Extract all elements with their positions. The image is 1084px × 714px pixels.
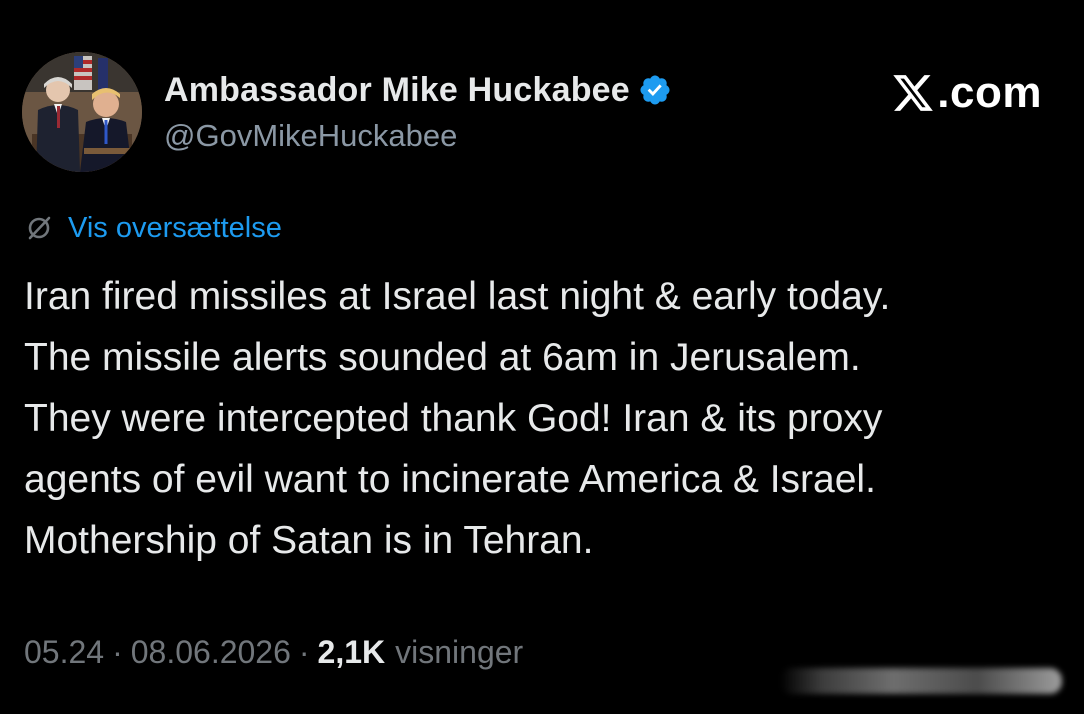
views-label: visninger — [395, 634, 524, 670]
user-handle[interactable]: @GovMikeHuckabee — [164, 118, 672, 154]
avatar[interactable] — [22, 52, 142, 172]
blurred-watermark — [780, 668, 1062, 694]
brand-text: .com — [937, 68, 1042, 117]
views-count[interactable]: 2,1K — [318, 634, 386, 671]
avatar-photo — [22, 52, 142, 172]
translate-link[interactable]: Vis oversættelse — [68, 212, 282, 245]
author-block: Ambassador Mike Huckabee @GovMikeHuckabe… — [164, 70, 672, 154]
display-name-row: Ambassador Mike Huckabee — [164, 70, 672, 110]
tweet-time[interactable]: 05.24 — [24, 634, 104, 671]
meta-separator: · — [298, 634, 310, 670]
verified-badge-icon[interactable] — [638, 73, 672, 107]
tweet-text-line: Iran fired missiles at Israel last night… — [24, 275, 891, 318]
tweet-date[interactable]: 08.06.2026 — [131, 634, 291, 671]
tweet-card: Ambassador Mike Huckabee @GovMikeHuckabe… — [0, 0, 1084, 714]
tweet-text-line: Mothership of Satan is in Tehran. — [24, 519, 594, 562]
tweet-meta: 05.24 · 08.06.2026 · 2,1K visninger — [24, 634, 523, 671]
meta-separator: · — [112, 634, 123, 670]
display-name[interactable]: Ambassador Mike Huckabee — [164, 71, 630, 110]
tweet-text: Iran fired missiles at Israel last night… — [24, 266, 1064, 571]
translate-row[interactable]: Vis oversættelse — [24, 210, 282, 246]
globe-icon — [24, 213, 54, 243]
tweet-text-line: The missile alerts sounded at 6am in Jer… — [24, 336, 861, 379]
tweet-text-line: agents of evil want to incinerate Americ… — [24, 458, 876, 501]
tweet-text-line: They were intercepted thank God! Iran & … — [24, 397, 883, 440]
x-logo-icon — [891, 71, 935, 115]
brand-watermark: .com — [891, 68, 1042, 118]
